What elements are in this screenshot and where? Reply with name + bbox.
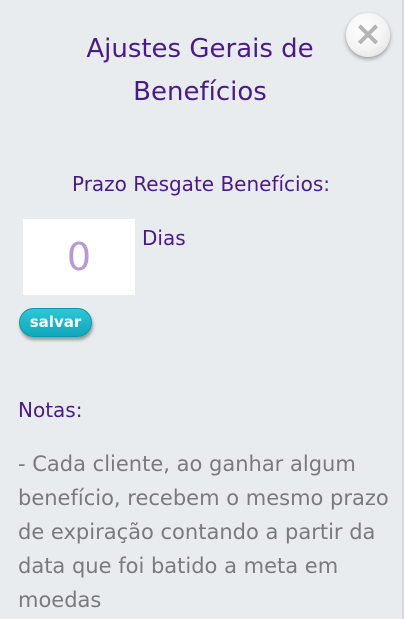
notes-heading: Notas: [18,398,83,422]
benefits-settings-dialog: × Ajustes Gerais de Benefícios Prazo Res… [0,0,404,619]
days-input[interactable] [23,219,135,295]
notes-text: - Cada cliente, ao ganhar algum benefíci… [18,452,389,612]
days-unit-label: Dias [142,226,186,250]
redeem-period-label: Prazo Resgate Benefícios: [71,172,330,196]
save-button[interactable]: salvar [19,308,92,337]
dialog-title: Ajustes Gerais de Benefícios [86,34,314,107]
